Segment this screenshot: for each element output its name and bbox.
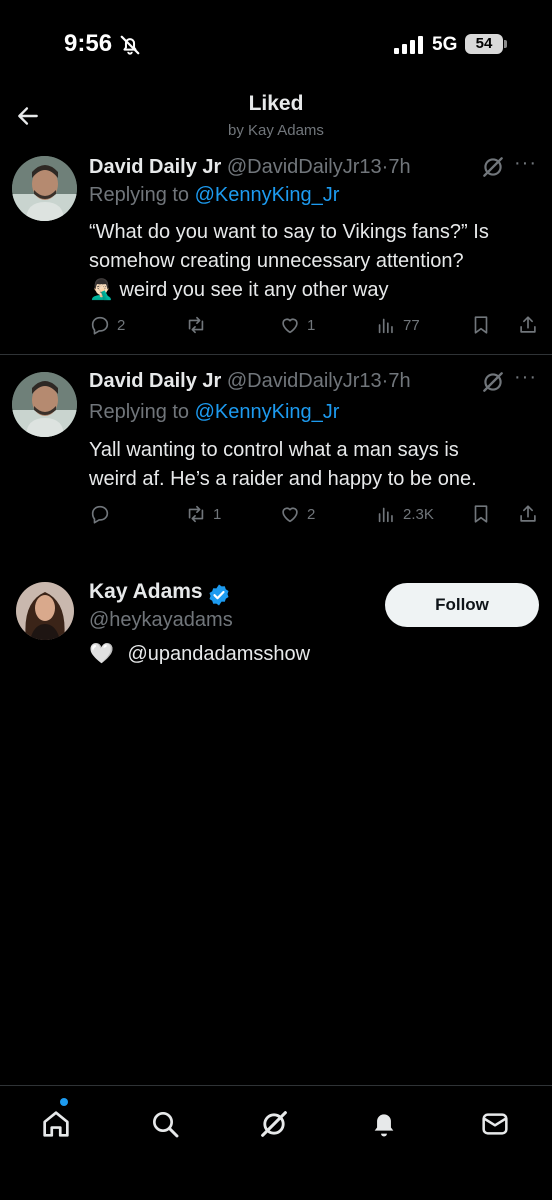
tweet-text-line: 🤦🏻‍♂️ weird you see it any other way xyxy=(89,279,389,301)
bio-mention-link[interactable]: @upandadamsshow xyxy=(127,643,310,665)
share-button[interactable] xyxy=(517,312,539,338)
heart-icon xyxy=(282,318,298,334)
heart-icon xyxy=(282,507,298,523)
battery-tip xyxy=(504,40,507,48)
more-icon[interactable]: ··· xyxy=(514,367,542,394)
repost-button[interactable]: 1 xyxy=(185,501,221,527)
avatar-image xyxy=(12,372,77,437)
page-title: Liked xyxy=(248,92,304,115)
tweet-header: David Daily Jr @DavidDailyJr13·7h xyxy=(89,368,469,394)
like-button[interactable]: 2 xyxy=(279,501,315,527)
tweet-actions: 1 2 2.3K xyxy=(89,501,544,527)
share-icon xyxy=(520,316,536,333)
author-name[interactable]: David Daily Jr xyxy=(89,156,221,178)
author-name[interactable]: David Daily Jr xyxy=(89,370,221,392)
views-count: 77 xyxy=(403,316,420,334)
avatar[interactable] xyxy=(12,156,77,221)
battery-icon: 54 xyxy=(465,34,503,54)
notifications-icon xyxy=(374,1114,394,1137)
network-type: 5G xyxy=(432,34,458,55)
reply-icon xyxy=(91,316,109,335)
tweet-text: “What do you want to say to Vikings fans… xyxy=(89,218,539,305)
replying-prefix: Replying to xyxy=(89,401,195,423)
reply-button[interactable]: 2 xyxy=(89,312,125,338)
views-icon xyxy=(378,507,393,523)
replying-to: Replying to @KennyKing_Jr xyxy=(89,182,339,208)
tweet-actions: 2 1 77 xyxy=(89,312,544,338)
views-button[interactable]: 77 xyxy=(375,312,420,338)
like-count: 1 xyxy=(307,316,316,334)
share-icon xyxy=(520,505,536,522)
repost-button[interactable] xyxy=(185,312,213,338)
search-icon xyxy=(153,1112,179,1138)
avatar-image xyxy=(16,582,74,640)
tweet-time[interactable]: 7h xyxy=(388,156,410,178)
replying-prefix: Replying to xyxy=(89,184,195,206)
messages-icon xyxy=(482,1113,508,1135)
reply-count: 2 xyxy=(117,316,126,334)
nav-messages[interactable] xyxy=(475,1104,515,1144)
tweet-text-line: somehow creating unnecessary attention? xyxy=(89,250,464,272)
views-icon xyxy=(378,318,393,334)
more-icon[interactable]: ··· xyxy=(514,153,542,180)
nav-grok[interactable] xyxy=(254,1104,294,1144)
bookmark-button[interactable] xyxy=(470,501,492,527)
reply-mention-link[interactable]: @KennyKing_Jr xyxy=(195,184,340,206)
author-handle[interactable]: @DavidDailyJr13 xyxy=(227,370,382,392)
like-button[interactable]: 1 xyxy=(279,312,315,338)
follow-button[interactable]: Follow xyxy=(385,583,539,627)
nav-home[interactable] xyxy=(36,1104,76,1144)
grok-icon[interactable] xyxy=(480,369,506,395)
tweet-text: Yall wanting to control what a man says … xyxy=(89,436,539,494)
notification-dot xyxy=(60,1098,68,1106)
page-subtitle: by Kay Adams xyxy=(228,122,324,139)
bottom-nav xyxy=(0,1085,552,1200)
avatar-image xyxy=(12,156,77,221)
verified-badge-icon xyxy=(209,584,229,606)
reply-mention-link[interactable]: @KennyKing_Jr xyxy=(195,401,340,423)
reply-button[interactable] xyxy=(89,501,117,527)
repost-icon xyxy=(188,316,204,334)
tweet-text-line: weird af. He’s a raider and happy to be … xyxy=(89,468,477,490)
tweet[interactable]: David Daily Jr @DavidDailyJr13·7h ··· Re… xyxy=(0,150,552,355)
share-button[interactable] xyxy=(517,501,539,527)
tweet-text-line: Yall wanting to control what a man says … xyxy=(89,439,459,461)
bookmark-button[interactable] xyxy=(470,312,492,338)
author-handle[interactable]: @DavidDailyJr13 xyxy=(227,156,382,178)
tweet-time[interactable]: 7h xyxy=(388,370,410,392)
repost-icon xyxy=(188,505,204,523)
grok-icon xyxy=(261,1111,287,1137)
bookmark-icon xyxy=(474,505,488,523)
tweet[interactable]: David Daily Jr @DavidDailyJr13·7h ··· Re… xyxy=(0,356,552,546)
repost-count: 1 xyxy=(213,505,222,523)
status-time: 9:56 xyxy=(64,30,113,57)
status-bar: 9:56 5G 54 xyxy=(0,0,552,80)
nav-search[interactable] xyxy=(145,1104,185,1144)
white-heart-emoji: 🤍 xyxy=(89,643,114,665)
user-cell[interactable]: Kay Adams @heykayadams 🤍 @upandadamsshow… xyxy=(0,578,552,668)
signal-icon xyxy=(394,36,423,54)
replying-to: Replying to @KennyKing_Jr xyxy=(89,399,339,425)
reply-icon xyxy=(91,505,109,524)
home-icon xyxy=(43,1111,69,1137)
bookmark-icon xyxy=(474,316,488,334)
nav-notifications[interactable] xyxy=(364,1104,404,1144)
views-button[interactable]: 2.3K xyxy=(375,501,434,527)
tweet-header: David Daily Jr @DavidDailyJr13·7h xyxy=(89,154,469,180)
user-handle[interactable]: @heykayadams xyxy=(89,609,233,632)
grok-icon[interactable] xyxy=(480,154,506,180)
user-bio: 🤍 @upandadamsshow xyxy=(89,641,310,666)
avatar[interactable] xyxy=(12,372,77,437)
views-count: 2.3K xyxy=(403,505,434,523)
avatar[interactable] xyxy=(16,582,74,640)
tweet-text-line: “What do you want to say to Vikings fans… xyxy=(89,221,489,243)
bell-off-icon xyxy=(120,35,140,55)
like-count: 2 xyxy=(307,505,316,523)
user-name[interactable]: Kay Adams xyxy=(89,580,203,604)
